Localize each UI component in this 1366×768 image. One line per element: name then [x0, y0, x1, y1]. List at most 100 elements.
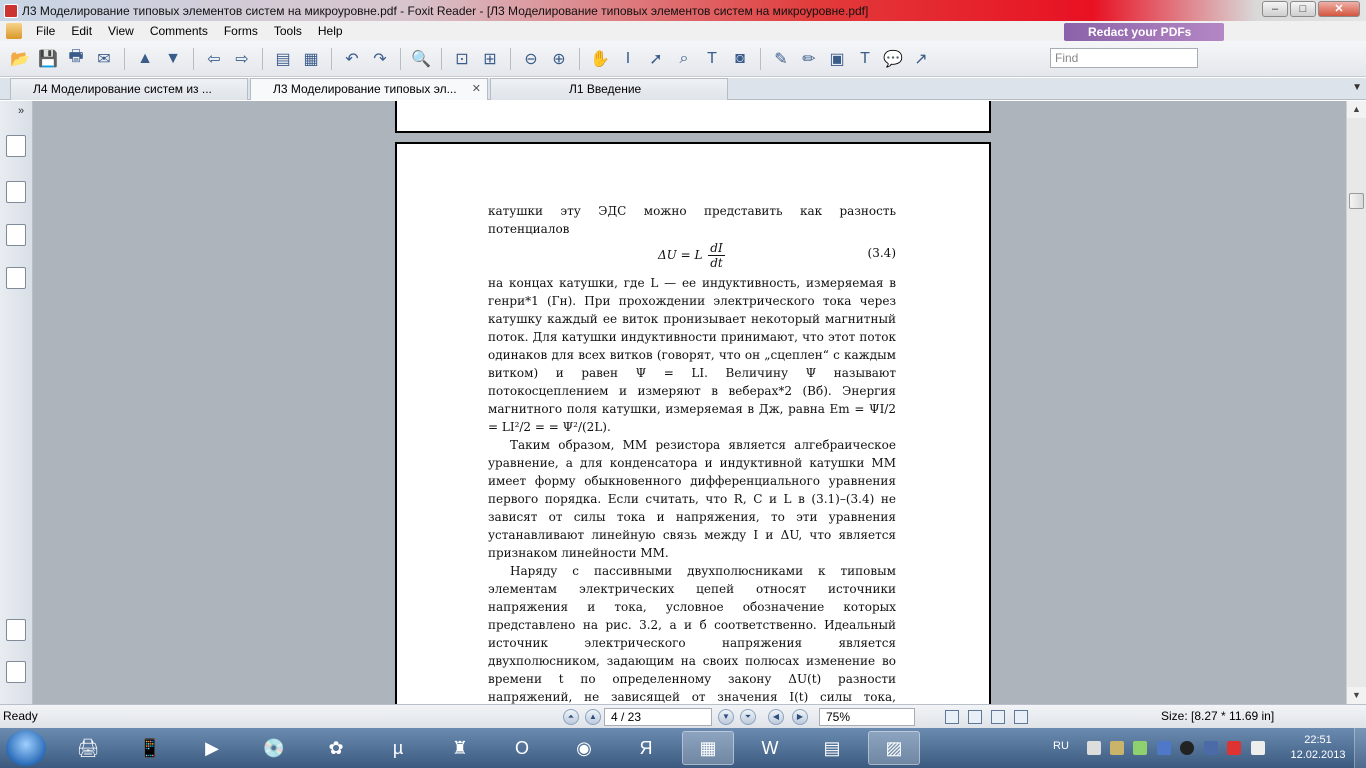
document-menu-icon[interactable] — [6, 23, 22, 39]
highlight-icon[interactable]: ▣ — [825, 47, 849, 71]
page-size-label: Size: [8.27 * 11.69 in] — [1161, 709, 1275, 723]
menu-help[interactable]: Help — [310, 24, 351, 38]
select-arrow-icon[interactable]: ➚ — [644, 47, 668, 71]
attachments-icon[interactable] — [6, 661, 26, 683]
foxit-app-icon[interactable] — [4, 3, 18, 18]
taskbar-utorrent-icon[interactable]: µ — [372, 731, 424, 765]
language-indicator[interactable]: RU — [1053, 740, 1069, 752]
find-icon[interactable]: ⌕ — [672, 47, 696, 71]
expand-panel-icon[interactable]: » — [18, 105, 24, 117]
back-icon[interactable]: ⇦ — [202, 47, 226, 71]
tab-l1[interactable]: Л1 Введение — [490, 78, 728, 100]
menu-comments[interactable]: Comments — [142, 24, 216, 38]
start-button[interactable] — [6, 730, 46, 766]
scroll-down-arrow-icon[interactable]: ▼ — [1347, 687, 1366, 704]
taskbar-370-icon[interactable]: ▦ — [682, 731, 734, 765]
first-page-icon[interactable]: ⏶ — [563, 709, 579, 725]
zoom-tool-icon[interactable]: 🔍 — [409, 47, 433, 71]
formula-number: (3.4) — [867, 246, 896, 260]
taskbar-media-player-icon[interactable]: ▶ — [186, 731, 238, 765]
volume-icon[interactable] — [1251, 741, 1265, 755]
menu-forms[interactable]: Forms — [216, 24, 266, 38]
maximize-button[interactable]: □ — [1290, 1, 1316, 17]
vk-tray-icon[interactable] — [1157, 741, 1171, 755]
comment-icon[interactable]: 💬 — [881, 47, 905, 71]
tray-app-icon[interactable] — [1227, 741, 1241, 755]
pencil-icon[interactable]: ✏ — [797, 47, 821, 71]
close-button[interactable]: ✕ — [1318, 1, 1360, 17]
tab-list-dropdown-icon[interactable]: ▼ — [1352, 82, 1362, 93]
clock-tray-icon[interactable] — [1180, 741, 1194, 755]
tab-l4[interactable]: Л4 Моделирование систем из ... — [10, 78, 248, 100]
layers-icon[interactable] — [6, 267, 26, 289]
taskbar-yandex-icon[interactable]: Я — [620, 731, 672, 765]
tray-app-icon[interactable] — [1204, 741, 1218, 755]
taskbar-game-icon[interactable]: ♜ — [434, 731, 486, 765]
page-layout-icon[interactable]: ▤ — [271, 47, 295, 71]
minimize-button[interactable]: – — [1262, 1, 1288, 17]
prev-page-icon[interactable]: ▲ — [585, 709, 601, 725]
redact-promo-banner[interactable]: Redact your PDFs — [1064, 23, 1224, 41]
system-clock[interactable]: 22:51 12.02.2013 — [1288, 733, 1348, 763]
previous-page-icon[interactable]: ▲ — [133, 47, 157, 71]
print-icon[interactable]: 🖶 — [64, 47, 88, 71]
save-icon[interactable]: 💾 — [36, 47, 60, 71]
zoom-in-icon[interactable]: ⊕ — [547, 47, 571, 71]
find-input[interactable]: Find — [1050, 48, 1198, 68]
email-icon[interactable]: ✉ — [92, 47, 116, 71]
menu-view[interactable]: View — [100, 24, 142, 38]
note-edit-icon[interactable]: ✎ — [769, 47, 793, 71]
comments-panel-icon[interactable] — [6, 619, 26, 641]
taskbar-winrar-icon[interactable]: ▤ — [806, 731, 858, 765]
next-page-nav-icon[interactable]: ▼ — [718, 709, 734, 725]
taskbar-chrome-icon[interactable]: ◉ — [558, 731, 610, 765]
close-tab-icon[interactable]: ✕ — [472, 79, 481, 99]
menu-tools[interactable]: Tools — [266, 24, 310, 38]
taskbar-word-icon[interactable]: W — [744, 731, 796, 765]
tray-app-icon[interactable] — [1133, 741, 1147, 755]
document-viewport[interactable]: катушки эту ЭДС можно представить как ра… — [33, 101, 1346, 704]
taskbar-icq-icon[interactable]: ✿ — [310, 731, 362, 765]
bookmarks-icon[interactable] — [6, 135, 26, 157]
hand-tool-icon[interactable]: ✋ — [588, 47, 612, 71]
scroll-thumb[interactable] — [1349, 193, 1364, 209]
zoom-select[interactable]: 75% — [819, 708, 915, 726]
page-number-input[interactable]: 4 / 23 — [604, 708, 712, 726]
annotations-icon[interactable] — [6, 224, 26, 246]
scroll-up-arrow-icon[interactable]: ▲ — [1347, 101, 1366, 118]
taskbar-dvd-icon[interactable]: 💿 — [248, 731, 300, 765]
vertical-scrollbar[interactable]: ▲ ▼ — [1346, 101, 1366, 704]
single-page-view-icon[interactable] — [945, 710, 959, 724]
snapshot-icon[interactable]: ◙ — [728, 47, 752, 71]
menu-file[interactable]: File — [28, 24, 63, 38]
open-icon[interactable]: 📂 — [8, 47, 32, 71]
undo-icon[interactable]: ↶ — [340, 47, 364, 71]
facing-view-icon[interactable] — [991, 710, 1005, 724]
pages-icon[interactable] — [6, 181, 26, 203]
taskbar-printer-icon[interactable]: 🖨 — [62, 731, 114, 765]
text-box-icon[interactable]: T — [853, 47, 877, 71]
nav-forward-icon[interactable]: ▶ — [792, 709, 808, 725]
taskbar-foxit-icon[interactable]: ▨ — [868, 731, 920, 765]
network-icon[interactable] — [1087, 741, 1101, 755]
next-page-icon[interactable]: ▼ — [161, 47, 185, 71]
taskbar-phone-icon[interactable]: 📱 — [124, 731, 176, 765]
menu-edit[interactable]: Edit — [63, 24, 100, 38]
tab-l3[interactable]: Л3 Моделирование типовых эл... ✕ — [250, 78, 488, 100]
show-desktop-button[interactable] — [1354, 728, 1366, 768]
forward-icon[interactable]: ⇨ — [230, 47, 254, 71]
typewriter-icon[interactable]: T — [700, 47, 724, 71]
redo-icon[interactable]: ↷ — [368, 47, 392, 71]
taskbar-opera-icon[interactable]: O — [496, 731, 548, 765]
multi-page-icon[interactable]: ▦ — [299, 47, 323, 71]
select-text-icon[interactable]: I — [616, 47, 640, 71]
continuous-facing-view-icon[interactable] — [1014, 710, 1028, 724]
continuous-view-icon[interactable] — [968, 710, 982, 724]
nav-back-icon[interactable]: ◀ — [768, 709, 784, 725]
zoom-out-icon[interactable]: ⊖ — [519, 47, 543, 71]
fit-width-icon[interactable]: ⊞ — [478, 47, 502, 71]
tray-app-icon[interactable] — [1110, 741, 1124, 755]
fit-page-icon[interactable]: ⊡ — [450, 47, 474, 71]
arrow-annotation-icon[interactable]: ↗ — [909, 47, 933, 71]
last-page-icon[interactable]: ⏷ — [740, 709, 756, 725]
